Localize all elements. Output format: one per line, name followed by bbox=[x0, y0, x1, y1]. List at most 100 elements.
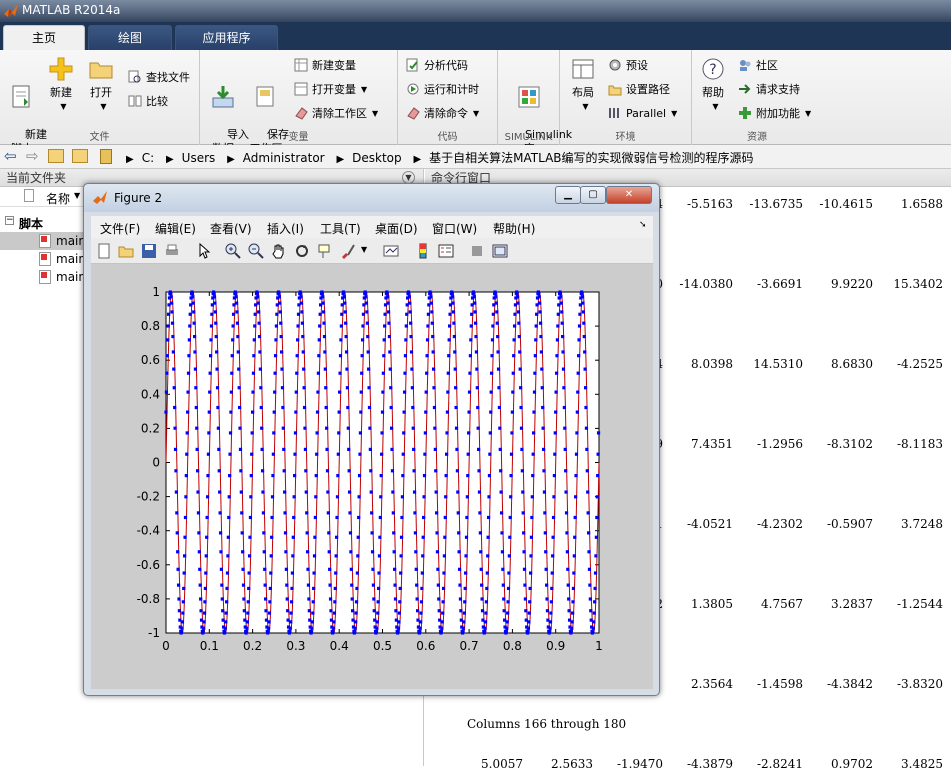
community-button[interactable]: 社区 bbox=[738, 57, 778, 75]
breadcrumb-item[interactable]: Administrator bbox=[243, 151, 325, 165]
save-icon[interactable] bbox=[141, 243, 157, 259]
breadcrumb-item[interactable]: C: bbox=[142, 151, 154, 165]
link-icon[interactable] bbox=[383, 243, 399, 259]
data-point bbox=[403, 354, 408, 358]
run-and-time-button[interactable]: 运行和计时 bbox=[406, 81, 479, 99]
open-variable-button[interactable]: 打开变量 ▼ bbox=[294, 81, 367, 99]
maximize-button[interactable]: ▢ bbox=[580, 186, 606, 204]
data-point bbox=[177, 609, 182, 613]
data-point bbox=[553, 431, 557, 435]
data-point bbox=[592, 611, 596, 615]
layout-button[interactable]: 布局 ▼ bbox=[566, 56, 600, 114]
data-point bbox=[523, 597, 527, 601]
list-item[interactable]: main bbox=[0, 268, 86, 286]
browse-folder-icon[interactable] bbox=[72, 149, 88, 163]
close-button[interactable]: ✕ bbox=[606, 186, 652, 204]
minimize-button[interactable]: ▁ bbox=[555, 186, 581, 204]
rotate-icon[interactable] bbox=[294, 243, 310, 259]
new-button[interactable]: 新建 ▼ bbox=[44, 56, 78, 114]
collapse-icon[interactable]: − bbox=[5, 216, 14, 225]
menu-desktop[interactable]: 桌面(D) bbox=[375, 220, 418, 237]
compare-button[interactable]: 比较 bbox=[128, 93, 168, 111]
brush-icon[interactable] bbox=[340, 243, 356, 259]
data-point bbox=[336, 452, 340, 456]
data-point bbox=[236, 350, 240, 354]
plot-area[interactable]: 0 0.1 0.2 0.3 0.4 0.5 0.6 0.7 0.8 0.9 1 -1 -0.8 -0.6 -… bbox=[91, 264, 653, 689]
m-file-icon bbox=[39, 270, 51, 284]
clear-commands-button[interactable]: 清除命令 ▼ bbox=[406, 105, 479, 123]
hide-plot-tools-icon[interactable] bbox=[469, 243, 485, 259]
up-folder-icon[interactable] bbox=[48, 149, 64, 163]
parallel-button[interactable]: Parallel ▼ bbox=[608, 105, 677, 123]
data-point bbox=[249, 474, 253, 478]
legend-icon[interactable] bbox=[438, 243, 454, 259]
breadcrumb-item[interactable]: Desktop bbox=[352, 151, 402, 165]
list-item[interactable]: main bbox=[0, 232, 86, 250]
name-column-header[interactable]: 名称 bbox=[46, 190, 70, 207]
analyze-code-button[interactable]: 分析代码 bbox=[406, 57, 468, 75]
output-value: 2.5633 bbox=[551, 757, 593, 771]
data-cursor-icon[interactable] bbox=[317, 243, 333, 259]
menu-view[interactable]: 查看(V) bbox=[210, 220, 252, 237]
data-point bbox=[194, 405, 198, 410]
pan-icon[interactable] bbox=[271, 243, 287, 259]
zoom-in-icon[interactable] bbox=[225, 243, 241, 259]
find-files-button[interactable]: 查找文件 bbox=[128, 69, 190, 87]
dock-arrow-icon[interactable]: ➘ bbox=[639, 220, 647, 230]
new-variable-button[interactable]: 新建变量 bbox=[294, 57, 356, 75]
tab-plots[interactable]: 绘图 bbox=[88, 25, 172, 50]
menu-edit[interactable]: 编辑(E) bbox=[155, 220, 196, 237]
data-point bbox=[344, 321, 348, 325]
menu-window[interactable]: 窗口(W) bbox=[432, 220, 477, 237]
data-point bbox=[420, 586, 424, 591]
data-point bbox=[377, 571, 381, 575]
data-point bbox=[301, 334, 305, 339]
data-point bbox=[435, 511, 439, 515]
data-point bbox=[313, 515, 317, 520]
data-point bbox=[267, 611, 272, 615]
menu-help[interactable]: 帮助(H) bbox=[493, 220, 535, 237]
sort-icon[interactable]: ▼ bbox=[74, 191, 80, 200]
data-point bbox=[549, 611, 553, 615]
data-point bbox=[569, 630, 573, 634]
breadcrumb-item[interactable]: Users bbox=[182, 151, 216, 165]
data-point bbox=[421, 535, 425, 539]
list-item[interactable]: main bbox=[0, 250, 86, 268]
preferences-button[interactable]: 预设 bbox=[608, 57, 648, 75]
chevron-down-icon[interactable]: ▼ bbox=[361, 245, 367, 254]
open-file-icon[interactable] bbox=[118, 243, 134, 259]
open-button[interactable]: 打开 ▼ bbox=[84, 56, 118, 114]
zoom-out-icon[interactable] bbox=[248, 243, 264, 259]
data-point bbox=[412, 490, 417, 494]
help-button[interactable]: ? 帮助 ▼ bbox=[696, 56, 730, 114]
tab-home[interactable]: 主页 bbox=[3, 25, 85, 50]
output-value: -8.3102 bbox=[826, 437, 873, 451]
set-path-button[interactable]: 设置路径 bbox=[608, 81, 670, 99]
data-point bbox=[548, 630, 552, 634]
data-point bbox=[386, 295, 390, 299]
colorbar-icon[interactable] bbox=[415, 243, 431, 259]
data-point bbox=[538, 321, 543, 325]
tab-apps[interactable]: 应用程序 bbox=[175, 25, 278, 50]
pointer-icon[interactable] bbox=[196, 243, 212, 259]
back-arrow-icon[interactable]: ⇦ bbox=[4, 147, 17, 165]
request-support-button[interactable]: 请求支持 bbox=[738, 81, 800, 99]
data-point bbox=[473, 321, 478, 325]
data-point bbox=[532, 390, 537, 394]
menu-tools[interactable]: 工具(T) bbox=[320, 220, 361, 237]
sine-plot[interactable]: 0 0.1 0.2 0.3 0.4 0.5 0.6 0.7 0.8 0.9 1 -1 -0.8 -0.6 -… bbox=[91, 264, 653, 689]
breadcrumb-item[interactable]: 基于自相关算法MATLAB编写的实现微弱信号检测的程序源码 bbox=[429, 151, 753, 165]
print-icon[interactable] bbox=[164, 243, 180, 259]
forward-arrow-icon[interactable]: ⇨ bbox=[26, 147, 39, 165]
menu-insert[interactable]: 插入(I) bbox=[267, 220, 304, 237]
group-row-scripts[interactable]: − 脚本 bbox=[0, 214, 80, 232]
figure-window[interactable]: Figure 2 ▁ ▢ ✕ 文件(F) 编辑(E) 查看(V) 插入(I) 工… bbox=[83, 183, 660, 696]
data-point bbox=[322, 321, 326, 325]
data-point bbox=[359, 390, 363, 394]
new-figure-icon[interactable] bbox=[96, 243, 112, 259]
data-point bbox=[245, 620, 249, 624]
show-plot-tools-icon[interactable] bbox=[492, 243, 508, 259]
clear-workspace-button[interactable]: 清除工作区 ▼ bbox=[294, 105, 378, 123]
menu-file[interactable]: 文件(F) bbox=[100, 220, 140, 237]
add-ons-button[interactable]: 附加功能 ▼ bbox=[738, 105, 811, 123]
